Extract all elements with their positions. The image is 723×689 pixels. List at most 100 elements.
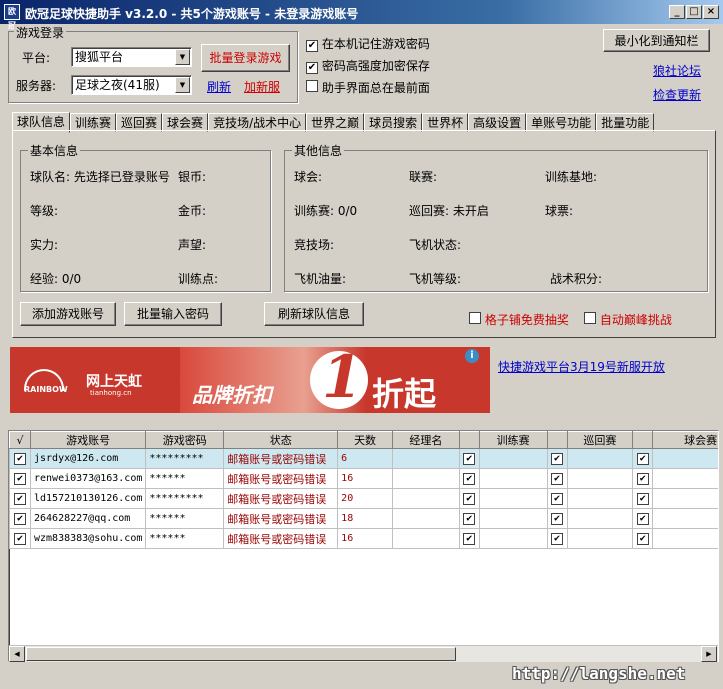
table-row[interactable]: ✔ 264628227@qq.com ****** 邮箱账号或密码错误 18 ✔ ✔ ✔: [9, 508, 718, 529]
check-icon[interactable]: ✔: [551, 512, 564, 525]
tour-checkbox[interactable]: ✔: [546, 488, 568, 509]
column-manager[interactable]: 经理名: [391, 431, 460, 449]
check-icon[interactable]: ✔: [463, 472, 476, 485]
club-checkbox[interactable]: ✔: [632, 488, 654, 509]
column-club-check[interactable]: [632, 431, 654, 449]
forum-link[interactable]: 狼社论坛: [653, 62, 701, 79]
add-server-link[interactable]: 加新服: [244, 78, 280, 95]
column-account[interactable]: 游戏账号: [29, 431, 147, 449]
days-cell: 20: [337, 488, 393, 509]
check-update-link[interactable]: 检查更新: [653, 86, 701, 103]
column-days[interactable]: 天数: [337, 431, 393, 449]
checkbox[interactable]: [584, 312, 596, 324]
tour-checkbox[interactable]: ✔: [546, 448, 568, 469]
minimize-to-tray-button[interactable]: 最小化到通知栏: [603, 29, 710, 52]
check-icon[interactable]: ✔: [636, 492, 649, 505]
check-icon[interactable]: ✔: [636, 512, 649, 525]
row-checkbox[interactable]: ✔: [9, 448, 31, 469]
tour-checkbox[interactable]: ✔: [546, 468, 568, 489]
maximize-button[interactable]: □: [686, 5, 702, 19]
refresh-link[interactable]: 刷新: [207, 78, 231, 95]
check-icon[interactable]: ✔: [13, 532, 26, 545]
column-status[interactable]: 状态: [223, 431, 339, 449]
check-icon[interactable]: ✔: [551, 492, 564, 505]
column-tour[interactable]: 巡回赛: [566, 431, 634, 449]
window-title: 欧冠足球快捷助手 v3.2.0 - 共5个游戏账号 - 未登录游戏账号: [25, 7, 359, 21]
training-checkbox[interactable]: ✔: [458, 508, 480, 529]
club-checkbox[interactable]: ✔: [632, 508, 654, 529]
club-cell: [652, 468, 718, 489]
table-row[interactable]: ✔ jsrdyx@126.com ********* 邮箱账号或密码错误 6 ✔ ✔ ✔: [9, 448, 718, 469]
row-checkbox[interactable]: ✔: [9, 468, 31, 489]
row-checkbox[interactable]: ✔: [9, 488, 31, 509]
check-icon[interactable]: ✔: [463, 532, 476, 545]
table-row[interactable]: ✔ renwei0373@163.com ****** 邮箱账号或密码错误 16 ✔ ✔ ✔: [9, 468, 718, 489]
checkbox[interactable]: ✔: [306, 40, 318, 52]
check-icon[interactable]: ✔: [13, 512, 26, 525]
title-bar[interactable]: 欧冠 欧冠足球快捷助手 v3.2.0 - 共5个游戏账号 - 未登录游戏账号 _…: [0, 0, 723, 30]
check-icon[interactable]: ✔: [463, 512, 476, 525]
row-checkbox[interactable]: ✔: [9, 508, 31, 529]
training-cell: [478, 488, 548, 509]
remember-password-label: 在本机记住游戏密码: [321, 37, 430, 51]
batch-password-button[interactable]: 批量输入密码: [124, 302, 222, 326]
tour-cell: [566, 528, 634, 549]
table-row[interactable]: ✔ ld157210130126.com ********* 邮箱账号或密码错误 20 ✔…: [9, 488, 718, 509]
table-row[interactable]: ✔ wzm838383@sohu.com ****** 邮箱账号或密码错误 16 ✔ ✔ ✔: [9, 528, 718, 549]
add-account-button[interactable]: 添加游戏账号: [20, 302, 116, 326]
checkbox[interactable]: ✔: [306, 62, 318, 74]
tour-checkbox[interactable]: ✔: [546, 508, 568, 529]
info-icon[interactable]: i: [465, 349, 479, 363]
check-icon[interactable]: ✔: [636, 532, 649, 545]
batch-login-button[interactable]: 批量登录游戏: [201, 44, 290, 72]
club-checkbox[interactable]: ✔: [632, 448, 654, 469]
refresh-team-button[interactable]: 刷新球队信息: [264, 302, 364, 326]
chevron-down-icon[interactable]: ▼: [175, 49, 190, 65]
column-check[interactable]: √: [9, 431, 31, 449]
new-server-news-link[interactable]: 快捷游戏平台3月19号新服开放: [498, 358, 665, 375]
check-icon[interactable]: ✔: [551, 472, 564, 485]
training-checkbox[interactable]: ✔: [458, 468, 480, 489]
auto-peak-option[interactable]: 自动巅峰挑战: [584, 311, 672, 328]
checkbox[interactable]: [306, 80, 318, 92]
row-checkbox[interactable]: ✔: [9, 528, 31, 549]
check-icon[interactable]: ✔: [551, 452, 564, 465]
scroll-left-icon[interactable]: ◀: [9, 646, 25, 662]
remember-password-option[interactable]: ✔ 在本机记住游戏密码: [306, 35, 430, 52]
check-icon[interactable]: ✔: [636, 472, 649, 485]
check-icon[interactable]: ✔: [636, 452, 649, 465]
platform-select[interactable]: 搜狐平台 ▼: [71, 47, 192, 67]
encrypt-password-option[interactable]: ✔ 密码高强度加密保存: [306, 57, 430, 74]
server-select[interactable]: 足球之夜(41服) ▼: [71, 75, 192, 95]
training-checkbox[interactable]: ✔: [458, 488, 480, 509]
password-cell: ******: [145, 528, 225, 549]
check-icon[interactable]: ✔: [13, 452, 26, 465]
column-club[interactable]: 球会赛: [652, 431, 718, 449]
training-points: 训练点:: [178, 272, 219, 286]
check-icon[interactable]: ✔: [551, 532, 564, 545]
horizontal-scrollbar[interactable]: ◀ ▶: [9, 645, 718, 662]
check-icon[interactable]: ✔: [463, 492, 476, 505]
chevron-down-icon[interactable]: ▼: [175, 77, 190, 93]
free-lottery-option[interactable]: 格子铺免费抽奖: [469, 311, 569, 328]
scroll-right-icon[interactable]: ▶: [701, 646, 717, 662]
check-icon[interactable]: ✔: [13, 492, 26, 505]
club-checkbox[interactable]: ✔: [632, 468, 654, 489]
always-on-top-option[interactable]: 助手界面总在最前面: [306, 79, 430, 96]
check-icon[interactable]: ✔: [13, 472, 26, 485]
column-training[interactable]: 训练赛: [478, 431, 548, 449]
tour-checkbox[interactable]: ✔: [546, 528, 568, 549]
check-icon[interactable]: ✔: [463, 452, 476, 465]
password-cell: *********: [145, 448, 225, 469]
close-button[interactable]: ×: [703, 5, 719, 19]
column-training-check[interactable]: [458, 431, 480, 449]
checkbox[interactable]: [469, 312, 481, 324]
training-checkbox[interactable]: ✔: [458, 448, 480, 469]
column-tour-check[interactable]: [546, 431, 568, 449]
club-checkbox[interactable]: ✔: [632, 528, 654, 549]
training-checkbox[interactable]: ✔: [458, 528, 480, 549]
column-password[interactable]: 游戏密码: [145, 431, 225, 449]
scroll-thumb[interactable]: [26, 647, 456, 661]
minimize-button[interactable]: _: [669, 5, 685, 19]
ad-banner[interactable]: RAINBOW 网上天虹 tianhong.cn 品牌折扣 1 折起 i: [10, 343, 490, 413]
